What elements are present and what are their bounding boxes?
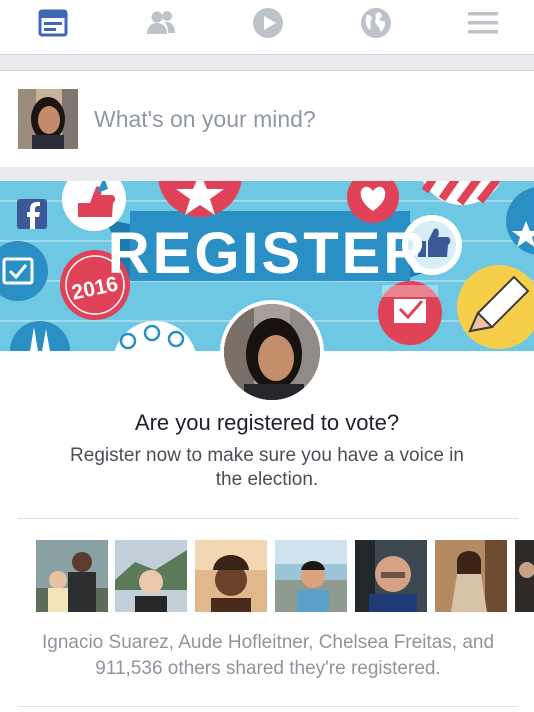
friend-photo[interactable] <box>435 540 507 612</box>
friend-photo[interactable] <box>355 540 427 612</box>
card-subtext: Register now to make sure you have a voi… <box>70 445 464 490</box>
menu-icon <box>468 12 498 34</box>
video-tab[interactable] <box>251 6 285 40</box>
news-feed-icon <box>38 9 68 37</box>
video-icon <box>253 8 283 38</box>
top-navigation-bar <box>0 0 534 55</box>
globe-icon <box>361 8 391 38</box>
divider <box>18 706 518 707</box>
friends-tab[interactable] <box>144 6 178 40</box>
card-question: Are you registered to vote? <box>134 410 400 435</box>
banner-headline: REGISTER <box>108 221 429 286</box>
status-input[interactable] <box>94 101 514 137</box>
friend-photo[interactable] <box>36 540 108 612</box>
divider <box>18 518 518 519</box>
friend-photo[interactable] <box>195 540 267 612</box>
user-avatar[interactable] <box>18 89 78 149</box>
status-composer[interactable] <box>0 70 534 168</box>
shared-registration-text: Ignacio Suarez, Aude Hofleitner, Chelsea… <box>41 632 495 679</box>
explore-tab[interactable] <box>359 6 393 40</box>
friend-photo[interactable] <box>115 540 187 612</box>
friend-photo[interactable] <box>515 540 534 612</box>
feed-spacer <box>0 167 534 181</box>
profile-photo[interactable] <box>220 300 324 404</box>
feed-spacer <box>0 55 534 70</box>
friends-icon <box>147 11 175 34</box>
news-feed-tab[interactable] <box>36 6 70 40</box>
friends-photos-row <box>36 540 534 612</box>
friend-photo[interactable] <box>275 540 347 612</box>
menu-tab[interactable] <box>466 6 500 40</box>
